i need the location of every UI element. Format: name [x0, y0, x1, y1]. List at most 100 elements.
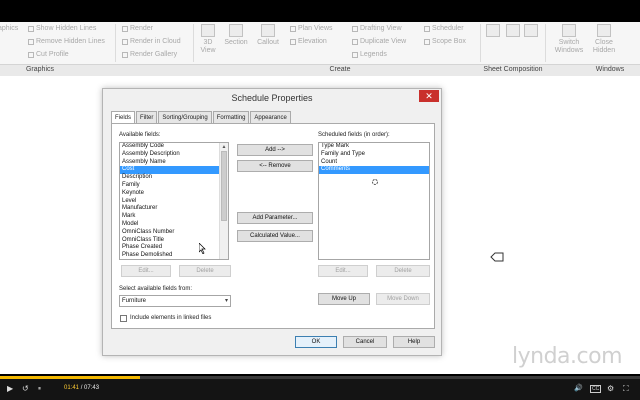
render-in-cloud-label: Render in Cloud [130, 38, 181, 45]
ribbon-graphics-label: aphics [0, 25, 19, 32]
cloud-icon [122, 38, 128, 45]
render-button[interactable]: Render [122, 24, 153, 33]
cancel-button[interactable]: Cancel [343, 336, 387, 348]
scroll-thumb[interactable] [221, 151, 227, 221]
render-gallery-button[interactable]: Render Gallery [122, 50, 177, 59]
3d-view-label: 3D View [200, 39, 216, 54]
list-item[interactable]: Model [120, 221, 228, 229]
select-from-label: Select available fields from: [119, 286, 193, 292]
3d-view-button[interactable]: 3D View [198, 24, 218, 55]
group-label-graphics: Graphics [25, 66, 54, 73]
title-block-icon [506, 24, 520, 37]
dialog-tabs: Fields Filter Sorting/Grouping Formattin… [111, 111, 292, 123]
list-item[interactable]: Description [120, 174, 228, 182]
add-button[interactable]: Add --> [237, 144, 313, 156]
elevation-button[interactable]: Elevation [290, 37, 327, 46]
list-item[interactable]: Assembly Description [120, 151, 228, 159]
list-item[interactable]: Count [319, 159, 429, 167]
callout-button[interactable]: Callout [254, 24, 282, 47]
cut-profile-button[interactable]: Cut Profile [28, 50, 69, 59]
list-item[interactable]: Assembly Code [120, 143, 228, 151]
move-down-button[interactable]: Move Down [376, 293, 430, 305]
show-hidden-lines-button[interactable]: Show Hidden Lines [28, 24, 96, 33]
available-fields-list[interactable]: Assembly Code Assembly Description Assem… [119, 142, 229, 260]
tab-filter[interactable]: Filter [136, 111, 158, 123]
callout-icon [261, 24, 275, 37]
tag-marker-icon [490, 252, 504, 262]
sheet-button[interactable] [486, 24, 500, 39]
matchline-button[interactable] [524, 24, 538, 39]
render-gallery-label: Render Gallery [130, 51, 178, 58]
ribbon-separator [193, 24, 194, 62]
list-item[interactable]: OmniClass Number [120, 229, 228, 237]
close-button[interactable]: ✕ [419, 90, 439, 102]
remove-button[interactable]: <-- Remove [237, 160, 313, 172]
available-fields-scrollbar[interactable]: ▲ [219, 143, 228, 259]
list-item[interactable]: OmniClass Title [120, 237, 228, 245]
sheet-title-button[interactable] [506, 24, 520, 39]
matchline-icon [524, 24, 538, 37]
pause-icon[interactable]: ⏸ [38, 385, 41, 394]
3d-view-icon [201, 24, 215, 37]
list-item[interactable]: Phase Demolished [120, 252, 228, 259]
edit-scheduled-button[interactable]: Edit... [318, 265, 368, 277]
list-item[interactable]: Phase Created [120, 244, 228, 252]
scroll-up-icon[interactable]: ▲ [220, 143, 228, 151]
close-hidden-button[interactable]: Close Hidden [590, 24, 618, 55]
duplicate-view-button[interactable]: Duplicate View [352, 37, 406, 46]
delete-scheduled-button[interactable]: Delete [376, 265, 430, 277]
gallery-icon [122, 51, 128, 58]
fields-panel: Available fields: Assembly Code Assembly… [111, 123, 435, 329]
play-icon[interactable]: ▶ [7, 384, 13, 393]
section-button[interactable]: Section [222, 24, 250, 47]
drafting-view-button[interactable]: Drafting View [352, 24, 402, 33]
list-item[interactable]: Level [120, 198, 228, 206]
tab-appearance[interactable]: Appearance [250, 111, 291, 123]
scheduler-icon [424, 25, 430, 32]
dialog-titlebar: Schedule Properties ✕ [103, 89, 441, 107]
ribbon-graphics-item[interactable]: aphics [0, 24, 18, 33]
list-item[interactable]: Family [120, 182, 228, 190]
calculated-value-button[interactable]: Calculated Value... [237, 230, 313, 242]
switch-windows-button[interactable]: Switch Windows [554, 24, 584, 55]
list-item[interactable]: Manufacturer [120, 205, 228, 213]
tab-formatting[interactable]: Formatting [212, 111, 250, 123]
legends-icon [352, 51, 358, 58]
scheduled-fields-list[interactable]: Type Mark Family and Type Count Comments [318, 142, 430, 260]
settings-icon[interactable]: ⚙ [607, 384, 614, 393]
closed-captions-icon[interactable]: CC [590, 385, 602, 393]
list-item[interactable]: Family and Type [319, 151, 429, 159]
delete-available-button[interactable]: Delete [179, 265, 231, 277]
plan-views-button[interactable]: Plan Views [290, 24, 333, 33]
section-label: Section [224, 39, 248, 46]
top-black-bar [0, 0, 640, 22]
edit-available-button[interactable]: Edit... [121, 265, 171, 277]
list-item-selected[interactable]: Comments [319, 166, 429, 175]
help-button[interactable]: Help [393, 336, 435, 348]
section-icon [229, 24, 243, 37]
scheduler-button[interactable]: Scheduler [424, 24, 464, 33]
list-item-selected[interactable]: Cost [120, 166, 228, 175]
list-item[interactable]: Mark [120, 213, 228, 221]
list-item[interactable]: Assembly Name [120, 159, 228, 167]
progress-bar[interactable] [0, 376, 640, 379]
tab-fields[interactable]: Fields [111, 111, 136, 123]
list-item[interactable]: Type Mark [319, 143, 429, 151]
include-linked-label: Include elements in linked files [130, 315, 212, 321]
add-parameter-button[interactable]: Add Parameter... [237, 212, 313, 224]
replay-icon[interactable]: ↺ [22, 384, 29, 393]
fields-from-select[interactable]: Furniture ▾ [119, 295, 231, 307]
remove-hidden-lines-button[interactable]: Remove Hidden Lines [28, 37, 105, 46]
move-up-button[interactable]: Move Up [318, 293, 370, 305]
scope-box-button[interactable]: Scope Box [424, 37, 466, 46]
list-item[interactable]: Keynote [120, 190, 228, 198]
volume-icon[interactable]: 🔊 [574, 384, 583, 393]
ok-button[interactable]: OK [295, 336, 337, 348]
time-separator: / [80, 385, 83, 391]
render-in-cloud-button[interactable]: Render in Cloud [122, 37, 181, 46]
sheet-icon [486, 24, 500, 37]
fullscreen-icon[interactable]: ⛶ [623, 384, 629, 393]
include-linked-checkbox[interactable] [120, 315, 127, 322]
tab-sorting-grouping[interactable]: Sorting/Grouping [158, 111, 212, 123]
legends-button[interactable]: Legends [352, 50, 387, 59]
